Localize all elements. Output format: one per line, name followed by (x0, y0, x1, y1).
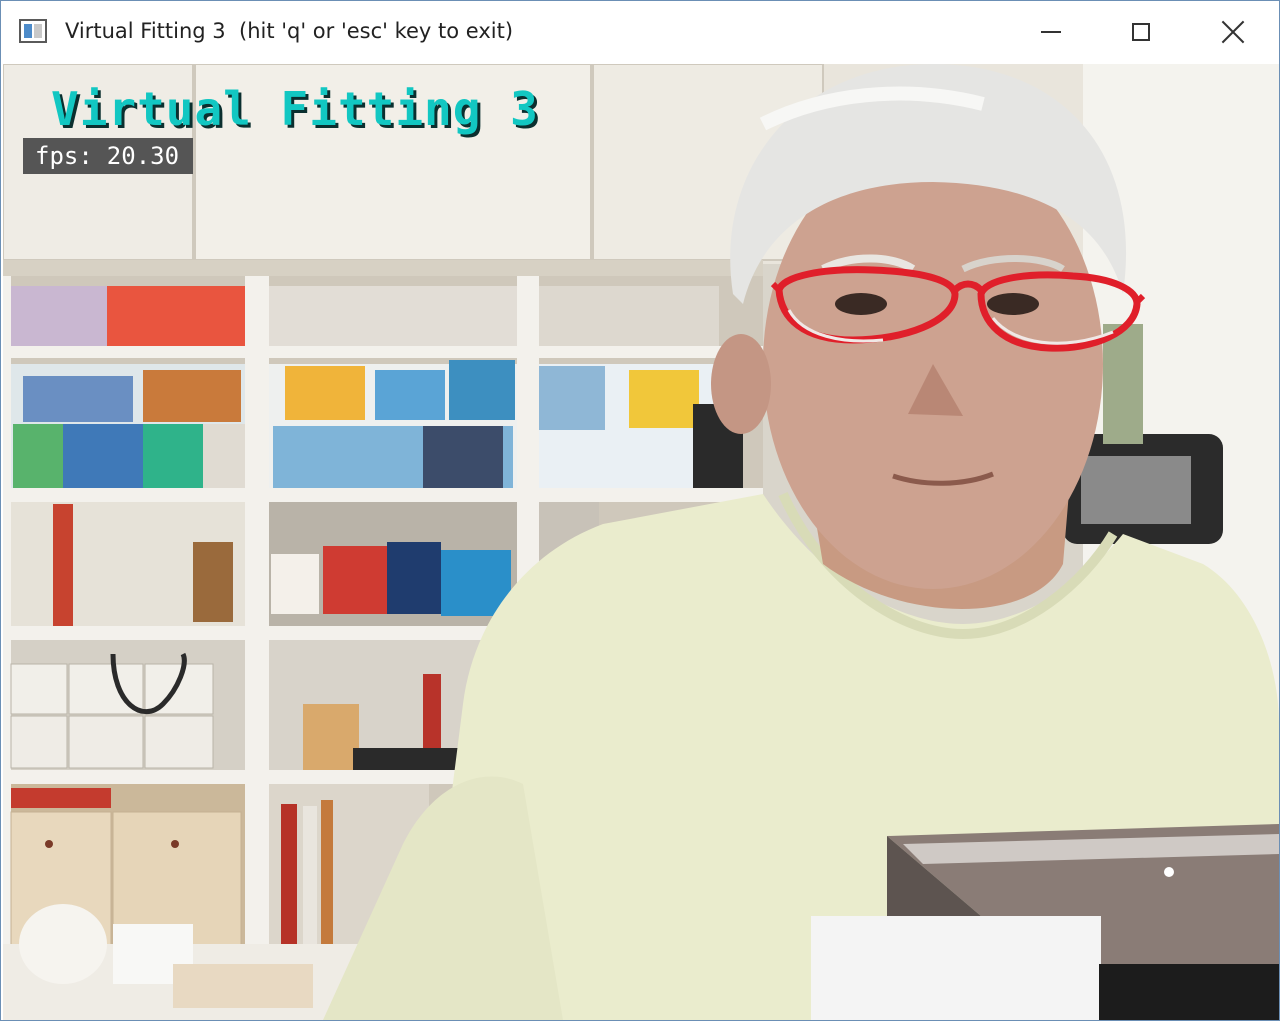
maximize-button[interactable] (1095, 1, 1187, 63)
person-eye-left (835, 293, 887, 315)
books (269, 286, 517, 346)
fps-value: 20.30 (106, 142, 180, 170)
app-icon (19, 19, 47, 43)
maximize-icon (1132, 23, 1150, 41)
window-title: Virtual Fitting 3 (hit 'q' or 'esc' key … (65, 19, 514, 43)
fps-indicator: fps: 20.30 (23, 138, 193, 174)
minimize-icon (1041, 31, 1061, 33)
cabinet-trim (3, 260, 763, 276)
books (11, 286, 107, 346)
close-icon (1221, 20, 1245, 44)
overlay-app-title: Virtual Fitting 3 (51, 82, 539, 136)
fps-label: fps: (35, 142, 93, 170)
books (107, 286, 245, 346)
person-eye-right (987, 293, 1039, 315)
app-window: Virtual Fitting 3 (hit 'q' or 'esc' key … (0, 0, 1280, 1021)
title-bar[interactable]: Virtual Fitting 3 (hit 'q' or 'esc' key … (1, 1, 1279, 63)
webcam-scene (3, 64, 1279, 1020)
camera-feed: Virtual Fitting 3 fps: 20.30 (3, 64, 1279, 1020)
books (539, 286, 719, 346)
close-button[interactable] (1187, 1, 1279, 63)
minimize-button[interactable] (1005, 1, 1097, 63)
